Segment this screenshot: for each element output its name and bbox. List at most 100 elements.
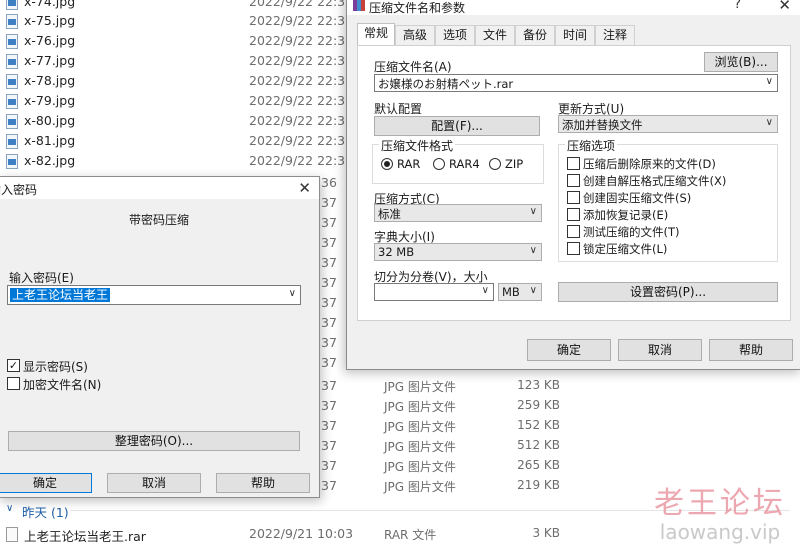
file-date-fragment: 37	[321, 275, 337, 290]
archiving-options-group: 压缩选项 压缩后删除原来的文件(D) 创建自解压格式压缩文件(X) 创建固实压缩…	[558, 137, 778, 262]
file-date: 2022/9/22 22:36	[249, 33, 354, 48]
chevron-down-icon[interactable]: ∨	[530, 206, 537, 217]
checkbox-label: 压缩后删除原来的文件(D)	[583, 157, 716, 171]
watermark: 老王论坛 laowang.vip	[654, 478, 786, 544]
file-date: 2022/9/22 22:36	[249, 53, 354, 68]
compression-method-value: 标准	[378, 207, 401, 221]
file-date: 2022/9/22 22:36	[249, 153, 354, 168]
image-file-icon	[6, 94, 18, 109]
chevron-down-icon[interactable]: ∨	[482, 285, 489, 296]
update-mode-select[interactable]: 添加并替换文件 ∨	[558, 115, 778, 133]
file-size: 152 KB	[517, 418, 560, 432]
password-input[interactable]: 上老王论坛当老王 ∨	[7, 285, 301, 305]
checkbox-icon[interactable]	[567, 191, 580, 204]
split-unit-select[interactable]: MB ∨	[498, 283, 542, 301]
file-date-fragment: 36	[321, 175, 337, 190]
file-type: JPG 图片文件	[384, 460, 456, 474]
file-name: x-81.jpg	[24, 133, 76, 148]
file-size: 3 KB	[532, 526, 560, 540]
file-date-fragment: 37	[321, 215, 337, 230]
default-profile-label: 默认配置	[374, 102, 423, 116]
profiles-button[interactable]: 配置(F)...	[374, 116, 540, 136]
cancel-button[interactable]: 取消	[618, 339, 702, 361]
chevron-down-icon[interactable]: ∨	[289, 288, 296, 299]
file-date: 2022/9/22 22:36	[249, 133, 354, 148]
checkbox-icon[interactable]	[7, 377, 20, 390]
dictionary-size-select[interactable]: 32 MB ∨	[374, 243, 542, 261]
chevron-down-icon[interactable]: ∨	[530, 245, 537, 256]
compression-method-select[interactable]: 标准 ∨	[374, 204, 542, 222]
archive-name-input[interactable]: お嬢様のお射精ペット.rar ∨	[374, 74, 778, 92]
password-value: 上老王论坛当老王	[10, 288, 111, 302]
tab-options[interactable]: 选项	[435, 25, 475, 45]
dialog-titlebar[interactable]: 输入密码 ✕	[0, 177, 319, 199]
checkbox-icon[interactable]	[567, 174, 580, 187]
split-unit-value: MB	[502, 285, 520, 299]
image-file-icon	[6, 0, 18, 10]
file-date-fragment: 37	[321, 378, 337, 393]
checkbox-label: 显示密码(S)	[23, 360, 88, 374]
checkbox-label: 创建自解压格式压缩文件(X)	[583, 174, 727, 188]
checkbox-label: 锁定压缩文件(L)	[583, 242, 668, 256]
watermark-url: laowang.vip	[659, 520, 781, 544]
ok-button[interactable]: 确定	[527, 339, 611, 361]
radio-rar4[interactable]	[433, 158, 445, 170]
file-name: x-79.jpg	[24, 93, 76, 108]
chevron-down-icon[interactable]: ∨	[6, 503, 13, 514]
file-type: JPG 图片文件	[384, 400, 456, 414]
password-dialog: 输入密码 ✕ 带密码压缩 输入密码(E) 上老王论坛当老王 ∨ ✓ 显示密码(S…	[0, 176, 320, 498]
browse-button[interactable]: 浏览(B)...	[704, 52, 778, 72]
tab-comment[interactable]: 注释	[595, 25, 635, 45]
tab-time[interactable]: 时间	[555, 25, 595, 45]
file-date-fragment: 37	[321, 255, 337, 270]
close-icon[interactable]: ✕	[298, 179, 311, 197]
chevron-down-icon[interactable]: ∨	[766, 117, 773, 128]
image-file-icon	[6, 114, 18, 129]
split-size-input[interactable]: ∨	[374, 283, 494, 301]
file-date-fragment: 37	[321, 195, 337, 210]
file-type: JPG 图片文件	[384, 480, 456, 494]
file-date-fragment: 37	[321, 355, 337, 370]
radio-rar[interactable]	[381, 158, 393, 170]
file-type: RAR 文件	[384, 528, 437, 542]
dialog-heading: 带密码压缩	[128, 213, 189, 227]
radio-label: RAR	[397, 157, 421, 171]
checkbox-icon[interactable]	[567, 242, 580, 255]
cancel-button[interactable]: 取消	[107, 473, 201, 493]
radio-zip[interactable]	[489, 158, 501, 170]
file-name: 上老王论坛当老王.rar	[24, 529, 146, 544]
chevron-down-icon[interactable]: ∨	[766, 76, 773, 87]
checkbox-icon[interactable]	[567, 157, 580, 170]
dialog-titlebar[interactable]: 压缩文件名和参数 ? ✕	[347, 0, 800, 15]
close-icon[interactable]: ✕	[778, 0, 791, 14]
organize-passwords-button[interactable]: 整理密码(O)...	[8, 431, 300, 451]
file-name: x-77.jpg	[24, 53, 76, 68]
ok-button[interactable]: 确定	[0, 473, 92, 493]
groupbox-title: 压缩文件格式	[379, 137, 456, 154]
file-date: 2022/9/22 22:36	[249, 93, 354, 108]
checkbox-icon[interactable]	[567, 208, 580, 221]
help-button[interactable]: 帮助	[709, 339, 793, 361]
tab-files[interactable]: 文件	[475, 25, 515, 45]
chevron-down-icon[interactable]: ∨	[530, 285, 537, 296]
dictionary-size-value: 32 MB	[378, 245, 415, 259]
dialog-title: 输入密码	[0, 183, 38, 197]
tab-advanced[interactable]: 高级	[395, 25, 435, 45]
tab-general[interactable]: 常规	[357, 23, 395, 46]
archive-name-value: お嬢様のお射精ペット.rar	[378, 77, 514, 91]
checkbox-checked-icon[interactable]: ✓	[7, 359, 20, 372]
rar-file-icon	[6, 527, 18, 542]
file-date: 2022/9/22 22:36	[249, 73, 354, 88]
help-icon[interactable]: ?	[734, 0, 741, 12]
file-date: 2022/9/22 22:36	[249, 113, 354, 128]
image-file-icon	[6, 154, 18, 169]
help-button[interactable]: 帮助	[216, 473, 310, 493]
file-date-fragment: 37	[321, 235, 337, 250]
tab-backup[interactable]: 备份	[515, 25, 555, 45]
image-file-icon	[6, 54, 18, 69]
file-name: x-78.jpg	[24, 73, 76, 88]
checkbox-icon[interactable]	[567, 225, 580, 238]
file-size: 219 KB	[517, 478, 560, 492]
set-password-button[interactable]: 设置密码(P)...	[558, 282, 778, 302]
image-file-icon	[6, 34, 18, 49]
